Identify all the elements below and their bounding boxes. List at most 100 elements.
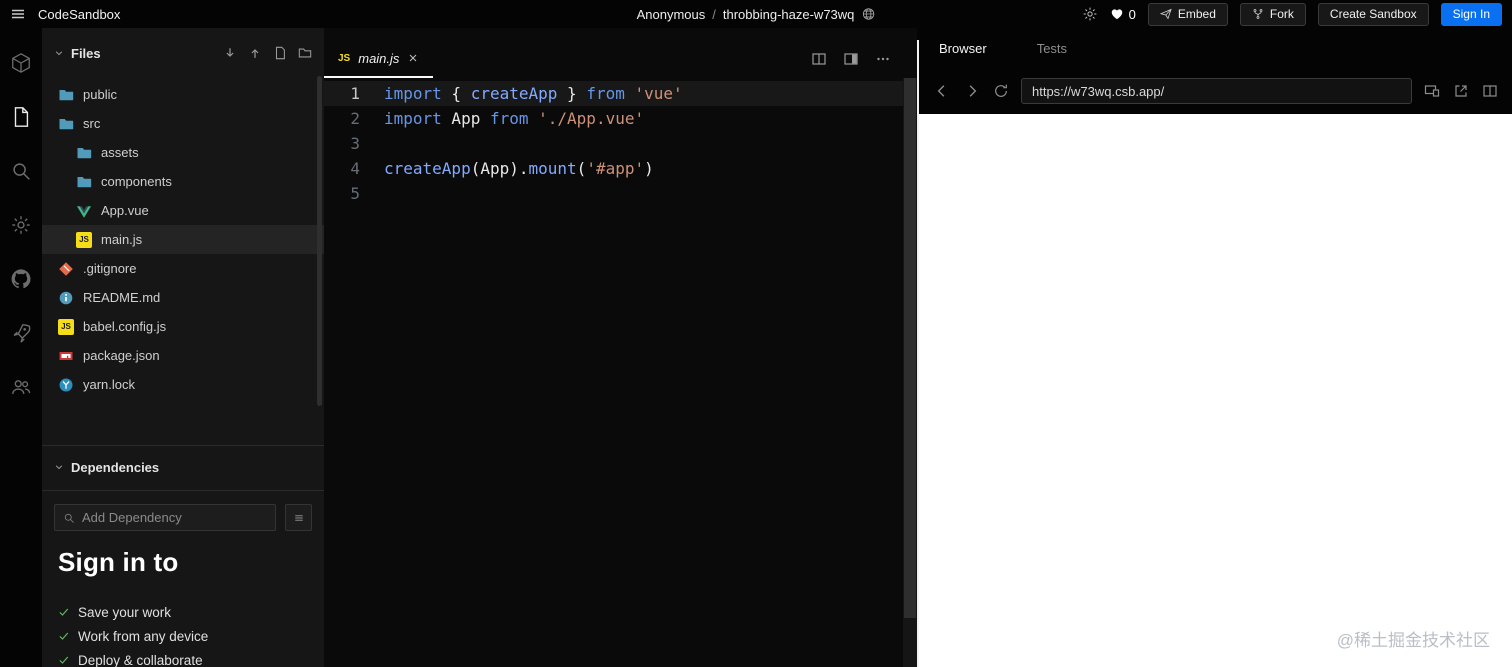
file-tree-item-README.md[interactable]: README.md xyxy=(42,283,324,312)
dependency-list-button[interactable] xyxy=(285,504,312,531)
file-tree-item-babel.config.js[interactable]: JS babel.config.js xyxy=(42,312,324,341)
forward-icon[interactable] xyxy=(963,82,981,100)
file-tree-item-main.js[interactable]: JS main.js xyxy=(42,225,324,254)
toggle-preview-layout-icon[interactable] xyxy=(843,51,859,67)
signin-benefit-item: Deploy & collaborate xyxy=(58,648,308,667)
activity-bar xyxy=(0,28,42,667)
breadcrumb-sandbox-name[interactable]: throbbing-haze-w73wq xyxy=(723,7,855,22)
upload-files-icon[interactable] xyxy=(248,46,262,60)
add-dependency-input[interactable] xyxy=(82,510,267,525)
likes-counter[interactable]: 0 xyxy=(1110,7,1136,22)
file-tree-label: .gitignore xyxy=(83,261,137,276)
editor-view-controls xyxy=(811,40,917,78)
activity-codesandbox-logo-icon[interactable] xyxy=(0,36,42,90)
activity-search-icon[interactable] xyxy=(0,144,42,198)
file-tree-item-App.vue[interactable]: App.vue xyxy=(42,196,324,225)
preview-tabs: Browser Tests xyxy=(919,28,1512,68)
tab-main-js[interactable]: JS main.js xyxy=(324,40,434,78)
activity-settings-icon[interactable] xyxy=(0,198,42,252)
code-area[interactable]: 1 import { createApp } from 'vue' 2 import … xyxy=(324,78,917,667)
file-tree-label: package.json xyxy=(83,348,160,363)
preview-tab-browser[interactable]: Browser xyxy=(939,41,987,56)
new-file-icon[interactable] xyxy=(273,46,287,60)
js-file-type-badge: JS xyxy=(338,52,351,64)
md-file-icon xyxy=(58,290,74,306)
scrollbar-thumb[interactable] xyxy=(904,78,916,618)
file-tree-item-public[interactable]: public xyxy=(42,80,324,109)
file-tree-label: public xyxy=(83,87,117,102)
files-actions xyxy=(223,46,312,60)
likes-count: 0 xyxy=(1128,6,1136,22)
file-tree-item-yarn.lock[interactable]: yarn.lock xyxy=(42,370,324,399)
line-number: 5 xyxy=(350,184,360,203)
preview-tab-tests[interactable]: Tests xyxy=(1037,41,1067,56)
embed-button-label: Embed xyxy=(1177,7,1216,21)
breadcrumb-separator: / xyxy=(712,6,716,22)
editor-scrollbar[interactable] xyxy=(903,78,917,667)
editor-tab-bar: JS main.js xyxy=(324,28,917,78)
create-sandbox-button[interactable]: Create Sandbox xyxy=(1317,2,1429,26)
activity-github-icon[interactable] xyxy=(0,252,42,306)
url-input[interactable] xyxy=(1021,78,1412,104)
sign-in-button[interactable]: Sign In xyxy=(1440,2,1502,26)
chevron-down-icon[interactable] xyxy=(54,462,64,472)
file-tree-label: yarn.lock xyxy=(83,377,136,392)
file-tree-item-.gitignore[interactable]: .gitignore xyxy=(42,254,324,283)
line-number: 1 xyxy=(350,84,360,103)
file-tree-item-package.json[interactable]: package.json xyxy=(42,341,324,370)
file-tree-label: assets xyxy=(101,145,139,160)
line-number: 3 xyxy=(350,134,360,153)
file-tree-label: README.md xyxy=(83,290,161,305)
signin-benefits-list: Save your work Work from any device Deploy… xyxy=(58,600,308,667)
responsive-preview-icon[interactable] xyxy=(1424,83,1440,99)
more-options-icon[interactable] xyxy=(875,51,891,67)
file-tree-item-components[interactable]: components xyxy=(42,167,324,196)
download-sandbox-icon[interactable] xyxy=(223,46,237,60)
folder-file-icon xyxy=(58,116,74,132)
preview-nav-icons xyxy=(1424,83,1498,99)
activity-file-explorer-icon[interactable] xyxy=(0,90,42,144)
file-tree-label: App.vue xyxy=(101,203,149,218)
chevron-down-icon[interactable] xyxy=(54,48,64,58)
list-icon xyxy=(293,512,305,524)
back-icon[interactable] xyxy=(933,82,951,100)
heart-icon xyxy=(1110,7,1124,21)
activity-live-icon[interactable] xyxy=(0,360,42,414)
file-tree-item-assets[interactable]: assets xyxy=(42,138,324,167)
yarn-file-icon xyxy=(58,377,74,393)
fork-button[interactable]: Fork xyxy=(1239,2,1306,26)
add-dependency-box xyxy=(54,504,276,531)
file-tree-label: src xyxy=(83,116,101,131)
open-in-new-window-icon[interactable] xyxy=(1453,83,1469,99)
search-icon xyxy=(63,512,75,524)
signin-promo: Sign in to Save your work Work from any d… xyxy=(42,531,324,667)
benefit-text: Work from any device xyxy=(78,628,209,644)
preview-navigation-bar xyxy=(919,68,1512,114)
activity-deployment-icon[interactable] xyxy=(0,306,42,360)
settings-gear-icon[interactable] xyxy=(1082,6,1098,22)
menu-icon[interactable] xyxy=(10,6,26,22)
split-preview-icon[interactable] xyxy=(1482,83,1498,99)
top-header: CodeSandbox Anonymous / throbbing-haze-w… xyxy=(0,0,1512,28)
signin-benefit-item: Save your work xyxy=(58,600,308,624)
divider xyxy=(42,445,324,446)
check-icon xyxy=(58,606,70,618)
check-icon xyxy=(58,630,70,642)
split-editor-icon[interactable] xyxy=(811,51,827,67)
folder-file-icon xyxy=(76,174,92,190)
js-file-icon: JS xyxy=(76,231,92,248)
dependencies-panel-header: Dependencies xyxy=(42,452,324,482)
file-tree-label: components xyxy=(101,174,172,189)
file-tree-item-src[interactable]: src xyxy=(42,109,324,138)
header-left: CodeSandbox xyxy=(10,6,120,22)
code-line-3: 3 xyxy=(324,131,917,156)
embed-button[interactable]: Embed xyxy=(1147,2,1228,26)
npm-file-icon xyxy=(58,348,74,364)
privacy-globe-icon[interactable] xyxy=(861,7,875,21)
close-tab-icon[interactable] xyxy=(407,52,419,64)
refresh-icon[interactable] xyxy=(993,83,1009,99)
code-line-1: 1 import { createApp } from 'vue' xyxy=(324,81,917,106)
sidebar-scrollbar[interactable] xyxy=(317,76,322,406)
new-folder-icon[interactable] xyxy=(298,46,312,60)
breadcrumb: Anonymous / throbbing-haze-w73wq xyxy=(637,7,876,22)
